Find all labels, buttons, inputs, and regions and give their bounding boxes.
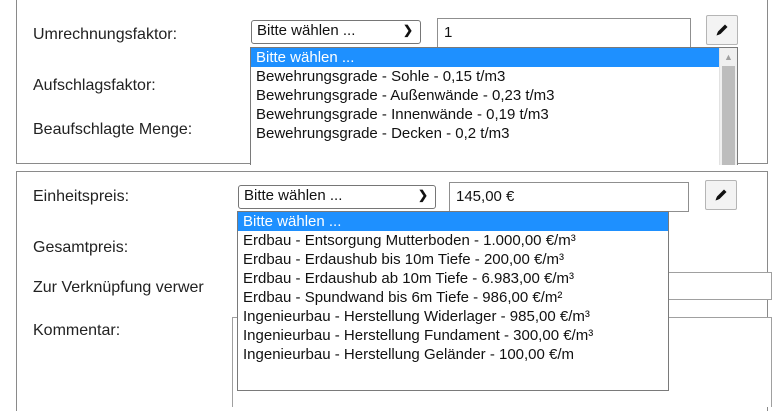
dropdown-option[interactable]: Bewehrungsgrade - Sohle - 0,15 t/m3 — [251, 67, 737, 86]
dropdown-option[interactable]: Erdbau - Spundwand bis 6m Tiefe - 986,00… — [238, 288, 668, 307]
edit-button[interactable] — [705, 180, 737, 210]
unit-price-label: Einheitspreis: — [33, 188, 130, 205]
conversion-factor-label: Umrechnungsfaktor: — [33, 26, 178, 43]
surcharged-quantity-label: Beaufschlagte Menge: — [33, 121, 193, 138]
scrollbar-thumb[interactable] — [722, 66, 735, 165]
chevron-down-icon[interactable]: ❯ — [418, 188, 428, 202]
price-panel: Einheitspreis: Gesamtpreis: Zur Verknüpf… — [16, 171, 772, 411]
dropdown-option[interactable]: Erdbau - Erdaushub ab 10m Tiefe - 6.983,… — [238, 269, 668, 288]
unit-price-input[interactable]: 145,00 € — [449, 182, 689, 212]
dropdown-option[interactable]: Bitte wählen ... — [251, 48, 737, 67]
dropdown-option[interactable]: Ingenieurbau - Herstellung Geländer - 10… — [238, 345, 668, 364]
link-use-label: Zur Verknüpfung verwer — [33, 279, 204, 296]
conversion-panel: Umrechnungsfaktor: Aufschlagsfaktor: Bea… — [16, 0, 768, 165]
dropdown-scrollbar[interactable]: ▲ — [719, 48, 737, 165]
dropdown-option[interactable]: Erdbau - Entsorgung Mutterboden - 1.000,… — [238, 231, 668, 250]
edit-button[interactable] — [706, 15, 738, 45]
unit-price-select-value: Bitte wählen ... — [244, 187, 343, 204]
conversion-factor-input[interactable]: 1 — [437, 18, 691, 48]
dropdown-option[interactable]: Erdbau - Erdaushub bis 10m Tiefe - 200,0… — [238, 250, 668, 269]
chevron-down-icon: ❯ — [402, 23, 413, 37]
markup-factor-label: Aufschlagsfaktor: — [33, 77, 156, 94]
conversion-factor-select[interactable]: Bitte wählen ... ❯ — [251, 20, 421, 44]
total-price-label: Gesamtpreis: — [33, 239, 129, 256]
dropdown-option[interactable]: Ingenieurbau - Herstellung Fundament - 3… — [238, 326, 668, 345]
unit-price-select[interactable]: Bitte wählen ... ❯ — [238, 185, 436, 209]
conversion-factor-select-value: Bitte wählen ... — [257, 22, 356, 39]
pencil-icon — [716, 24, 728, 36]
scroll-up-arrow-icon[interactable]: ▲ — [720, 48, 737, 65]
dropdown-option[interactable]: Bewehrungsgrade - Decken - 0,2 t/m3 — [251, 124, 737, 143]
unit-price-value: 145,00 € — [456, 188, 515, 205]
dropdown-option[interactable]: Bewehrungsgrade - Außenwände - 0,23 t/m3 — [251, 86, 737, 105]
comment-label: Kommentar: — [33, 322, 121, 339]
conversion-factor-value: 1 — [444, 24, 453, 41]
unit-price-dropdown: Bitte wählen ... Erdbau - Entsorgung Mut… — [237, 211, 669, 391]
pencil-icon — [715, 189, 727, 201]
dropdown-option[interactable]: Bewehrungsgrade - Innenwände - 0,19 t/m3 — [251, 105, 737, 124]
conversion-factor-dropdown: Bitte wählen ... Bewehrungsgrade - Sohle… — [250, 47, 738, 165]
dropdown-option[interactable]: Bitte wählen ... — [238, 212, 668, 231]
dropdown-option[interactable]: Ingenieurbau - Herstellung Widerlager - … — [238, 307, 668, 326]
